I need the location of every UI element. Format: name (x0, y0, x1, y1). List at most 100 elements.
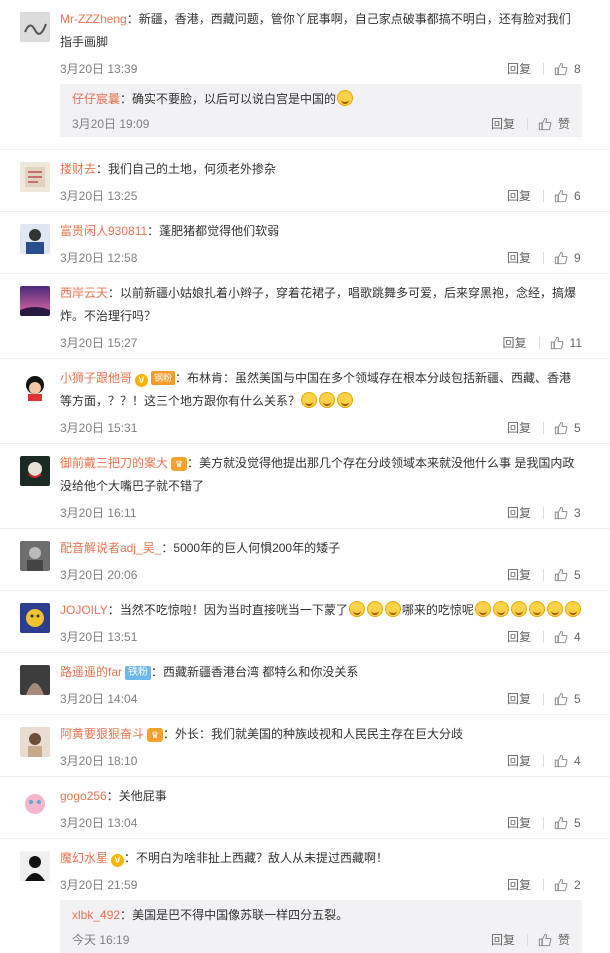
username-link[interactable]: 路遥遥的far (60, 665, 122, 679)
timestamp: 3月20日 20:06 (60, 568, 138, 582)
colon: ： (107, 603, 120, 617)
like-button[interactable]: 9 (554, 243, 582, 273)
username-link[interactable]: Mr-ZZZheng (60, 12, 127, 26)
avatar[interactable] (20, 456, 50, 486)
like-button[interactable]: 5 (554, 684, 582, 714)
reply-button[interactable]: 回复 (507, 413, 531, 443)
username-link[interactable]: 魔幻水星 (60, 851, 108, 865)
comment-footer: 3月20日 20:06 回复 5 (60, 560, 582, 590)
comment-actions: 回复 6 (507, 181, 582, 211)
username-link[interactable]: JOJOILY (60, 603, 108, 617)
comment-footer: 3月20日 13:04 回复 5 (60, 808, 582, 838)
username-link[interactable]: 御前戴三把刀的案大 (60, 456, 168, 470)
comment-text: 以前新疆小姑娘扎着小辫子，穿着花裙子，唱歌跳舞多可爱，后来穿黑袍，念经，搞爆炸。… (60, 286, 577, 323)
laugh-cry-emoji-icon (366, 601, 383, 617)
divider (543, 817, 544, 829)
like-button[interactable]: 2 (554, 870, 582, 900)
reply-button[interactable]: 回复 (507, 243, 531, 273)
comment-actions: 回复 5 (507, 684, 582, 714)
comment-text: 西藏新疆香港台湾 都特么和你没关系 (163, 665, 359, 679)
username-link[interactable]: 西岸云天 (60, 286, 108, 300)
sweat-emoji-icon (301, 392, 318, 408)
avatar[interactable] (20, 603, 50, 633)
like-button[interactable]: 8 (554, 54, 582, 84)
like-button[interactable]: 5 (554, 560, 582, 590)
like-button[interactable]: 赞 (538, 927, 570, 953)
reply-button[interactable]: 回复 (507, 54, 531, 84)
like-button[interactable]: 3 (554, 498, 582, 528)
comment-text: 我们自己的土地，何须老外掺杂 (108, 162, 277, 176)
divider (543, 879, 544, 891)
colon: ： (108, 286, 121, 300)
username-link[interactable]: 阿黄要狠狠奋斗 (60, 727, 144, 741)
timestamp: 3月20日 13:51 (60, 630, 138, 644)
fan-badge: 铁粉 (125, 666, 152, 680)
username-link[interactable]: 小狮子跟他哥 (60, 371, 132, 385)
avatar[interactable] (20, 162, 50, 192)
like-button[interactable]: 赞 (538, 111, 570, 137)
avatar[interactable] (20, 371, 50, 401)
reply-button[interactable]: 回复 (507, 560, 531, 590)
reply-button[interactable]: 回复 (507, 870, 531, 900)
comment-item: 阿黄要狠狠奋斗 ♛ ：外长：我们就美国的种族歧视和人民民主存在巨大分歧 3月20日 … (0, 714, 610, 776)
colon: ： (147, 224, 160, 238)
avatar[interactable] (20, 286, 50, 316)
comment-body: 西岸云天：以前新疆小姑娘扎着小辫子，穿着花裙子，唱歌跳舞多可爱，后来穿黑袍，念经… (60, 274, 582, 328)
reply-button[interactable]: 回复 (503, 328, 527, 358)
reply-button[interactable]: 回复 (507, 622, 531, 652)
username-link[interactable]: gogo256 (60, 789, 107, 803)
avatar[interactable] (20, 224, 50, 254)
comment-footer: 3月20日 12:58 回复 9 (60, 243, 582, 273)
reply-button[interactable]: 回复 (507, 181, 531, 211)
comment-actions: 回复 5 (507, 413, 582, 443)
reply-button[interactable]: 回复 (491, 927, 515, 953)
comment-body: Mr-ZZZheng：新疆，香港，西藏问题，管你丫屁事啊，自己家点破事都搞不明白… (60, 0, 582, 54)
reply-button[interactable]: 回复 (507, 498, 531, 528)
like-button[interactable]: 4 (554, 622, 582, 652)
username-link[interactable]: 配音解说者adj_吴_ (60, 541, 161, 555)
sub-reply-body: 仔仔宸曩：确实不要脸，以后可以说白宫是中国的 (72, 84, 570, 111)
colon: ： (120, 92, 133, 106)
cry-emoji-icon (510, 601, 527, 617)
colon: ： (96, 162, 109, 176)
avatar[interactable] (20, 541, 50, 571)
like-count: 赞 (557, 933, 570, 947)
like-button[interactable]: 5 (554, 413, 582, 443)
timestamp: 3月20日 15:27 (60, 336, 138, 350)
sub-reply-footer: 今天 16:19 回复 赞 (72, 927, 570, 953)
thumbs-up-icon (554, 421, 568, 435)
colon: ： (106, 789, 119, 803)
reply-button[interactable]: 回复 (507, 746, 531, 776)
grin-emoji-icon (528, 601, 545, 617)
like-button[interactable]: 11 (550, 328, 582, 358)
reply-button[interactable]: 回复 (507, 684, 531, 714)
avatar[interactable] (20, 727, 50, 757)
avatar[interactable] (20, 12, 50, 42)
comment-footer: 3月20日 13:39 回复 8 (60, 54, 582, 84)
divider (543, 693, 544, 705)
divider (543, 190, 544, 202)
comment-actions: 回复 4 (507, 746, 582, 776)
username-link[interactable]: 搂财去 (60, 162, 96, 176)
reply-button[interactable]: 回复 (491, 111, 515, 137)
avatar[interactable] (20, 851, 50, 881)
comment-body: 御前戴三把刀的案大 ♛ ：美方就没觉得他提出那几个存在分歧领域本来就没他什么事 是我… (60, 444, 582, 498)
comment-footer: 3月20日 21:59 回复 2 (60, 870, 582, 900)
comment-text: 当然不吃惊啦！因为当时直接咣当一下蒙了 (119, 603, 348, 617)
username-link[interactable]: 富贵闲人930811 (60, 224, 147, 238)
like-button[interactable]: 5 (554, 808, 582, 838)
reply-button[interactable]: 回复 (507, 808, 531, 838)
sub-reply-footer: 3月20日 19:09 回复 赞 (72, 111, 570, 137)
avatar[interactable] (20, 665, 50, 695)
avatar[interactable] (20, 789, 50, 819)
comment-actions: 回复 9 (507, 243, 582, 273)
like-button[interactable]: 4 (554, 746, 582, 776)
comment-footer: 3月20日 16:11 回复 3 (60, 498, 582, 528)
username-link[interactable]: xlbk_492 (72, 908, 120, 922)
laugh-cry-emoji-icon (384, 601, 401, 617)
comment-text: 外长：我们就美国的种族歧视和人民民主存在巨大分歧 (175, 727, 464, 741)
username-link[interactable]: 仔仔宸曩 (72, 92, 120, 106)
like-button[interactable]: 6 (554, 181, 582, 211)
comment-item: 小狮子跟他哥 V 钢粉 ：布林肯：虽然美国与中国在多个领域存在根本分歧包括新疆、西藏、… (0, 358, 610, 443)
like-count: 2 (574, 878, 581, 892)
